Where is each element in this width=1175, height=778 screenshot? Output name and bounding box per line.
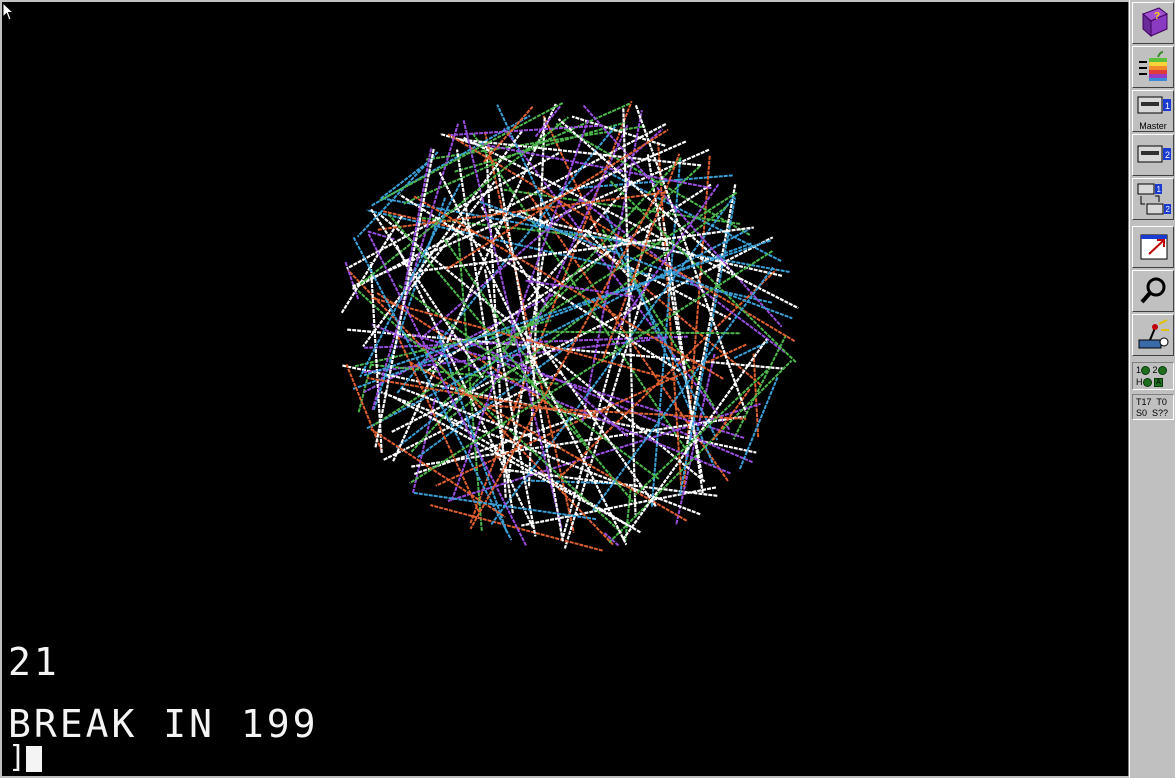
debugger-button[interactable] — [1132, 270, 1174, 312]
caps-lock-led-icon: A — [1154, 378, 1164, 388]
basic-prompt[interactable]: ] — [8, 740, 43, 775]
swap-drives-button[interactable]: 1 2 — [1132, 178, 1174, 220]
drive-1-label: Master — [1139, 121, 1167, 131]
sector-1-text: S0 — [1136, 408, 1148, 418]
line-counter-text: 21 — [8, 640, 60, 684]
drive-2-button[interactable]: 2 — [1132, 134, 1174, 176]
break-message-text: BREAK IN 199 — [8, 702, 319, 746]
fullscreen-icon — [1140, 234, 1168, 260]
svg-text:1: 1 — [1165, 101, 1170, 111]
hires-graphics-canvas — [340, 100, 799, 552]
text-cursor — [26, 745, 43, 772]
harddisk-led-label: H — [1136, 377, 1143, 387]
mouse-pointer-icon — [2, 2, 15, 21]
fullscreen-button[interactable] — [1132, 226, 1174, 268]
sector-2-text: S?? — [1152, 408, 1169, 418]
drive-1-icon: 1 — [1137, 96, 1171, 114]
harddisk-led-icon — [1142, 378, 1152, 388]
track-sector-panel: T17 T0 S0 S?? — [1132, 394, 1174, 420]
track-1-text: T17 — [1136, 397, 1152, 407]
settings-button[interactable] — [1132, 314, 1174, 356]
drive-1-button[interactable]: 1 Master — [1132, 90, 1174, 132]
drive-2-led-label: 2 — [1152, 365, 1158, 375]
hires-line-segment — [458, 138, 702, 167]
drive-2-led-icon — [1157, 366, 1167, 376]
track-2-text: T0 — [1156, 397, 1167, 407]
drive-1-led-icon — [1141, 366, 1151, 376]
hires-line-segment — [481, 143, 712, 190]
settings-joystick-icon — [1138, 319, 1169, 349]
help-book-icon: ? — [1142, 7, 1168, 38]
hires-line-segment — [634, 104, 747, 413]
prompt-symbol: ] — [8, 740, 27, 775]
svg-text:?: ? — [1154, 11, 1160, 22]
debugger-magnifier-icon — [1140, 277, 1166, 304]
drive-2-icon: 2 — [1137, 145, 1171, 163]
svg-text:1: 1 — [1157, 185, 1162, 194]
drive-status-panel: 1 2 H A — [1132, 362, 1174, 390]
swap-drives-icon: 1 2 — [1137, 183, 1171, 215]
hires-line-segment — [430, 504, 603, 552]
hires-line-segment — [483, 105, 534, 163]
svg-text:2: 2 — [1165, 150, 1170, 160]
emulator-screen[interactable]: 21 BREAK IN 199 ] — [2, 2, 1129, 776]
help-button[interactable]: ? — [1132, 2, 1174, 44]
svg-text:2: 2 — [1166, 205, 1171, 214]
run-button[interactable] — [1132, 46, 1174, 88]
apple-run-icon — [1139, 51, 1167, 81]
emulator-toolbar: ? 1 Master 2 1 2 1 2 H A T17 T0 S0 S?? — [1129, 0, 1175, 778]
